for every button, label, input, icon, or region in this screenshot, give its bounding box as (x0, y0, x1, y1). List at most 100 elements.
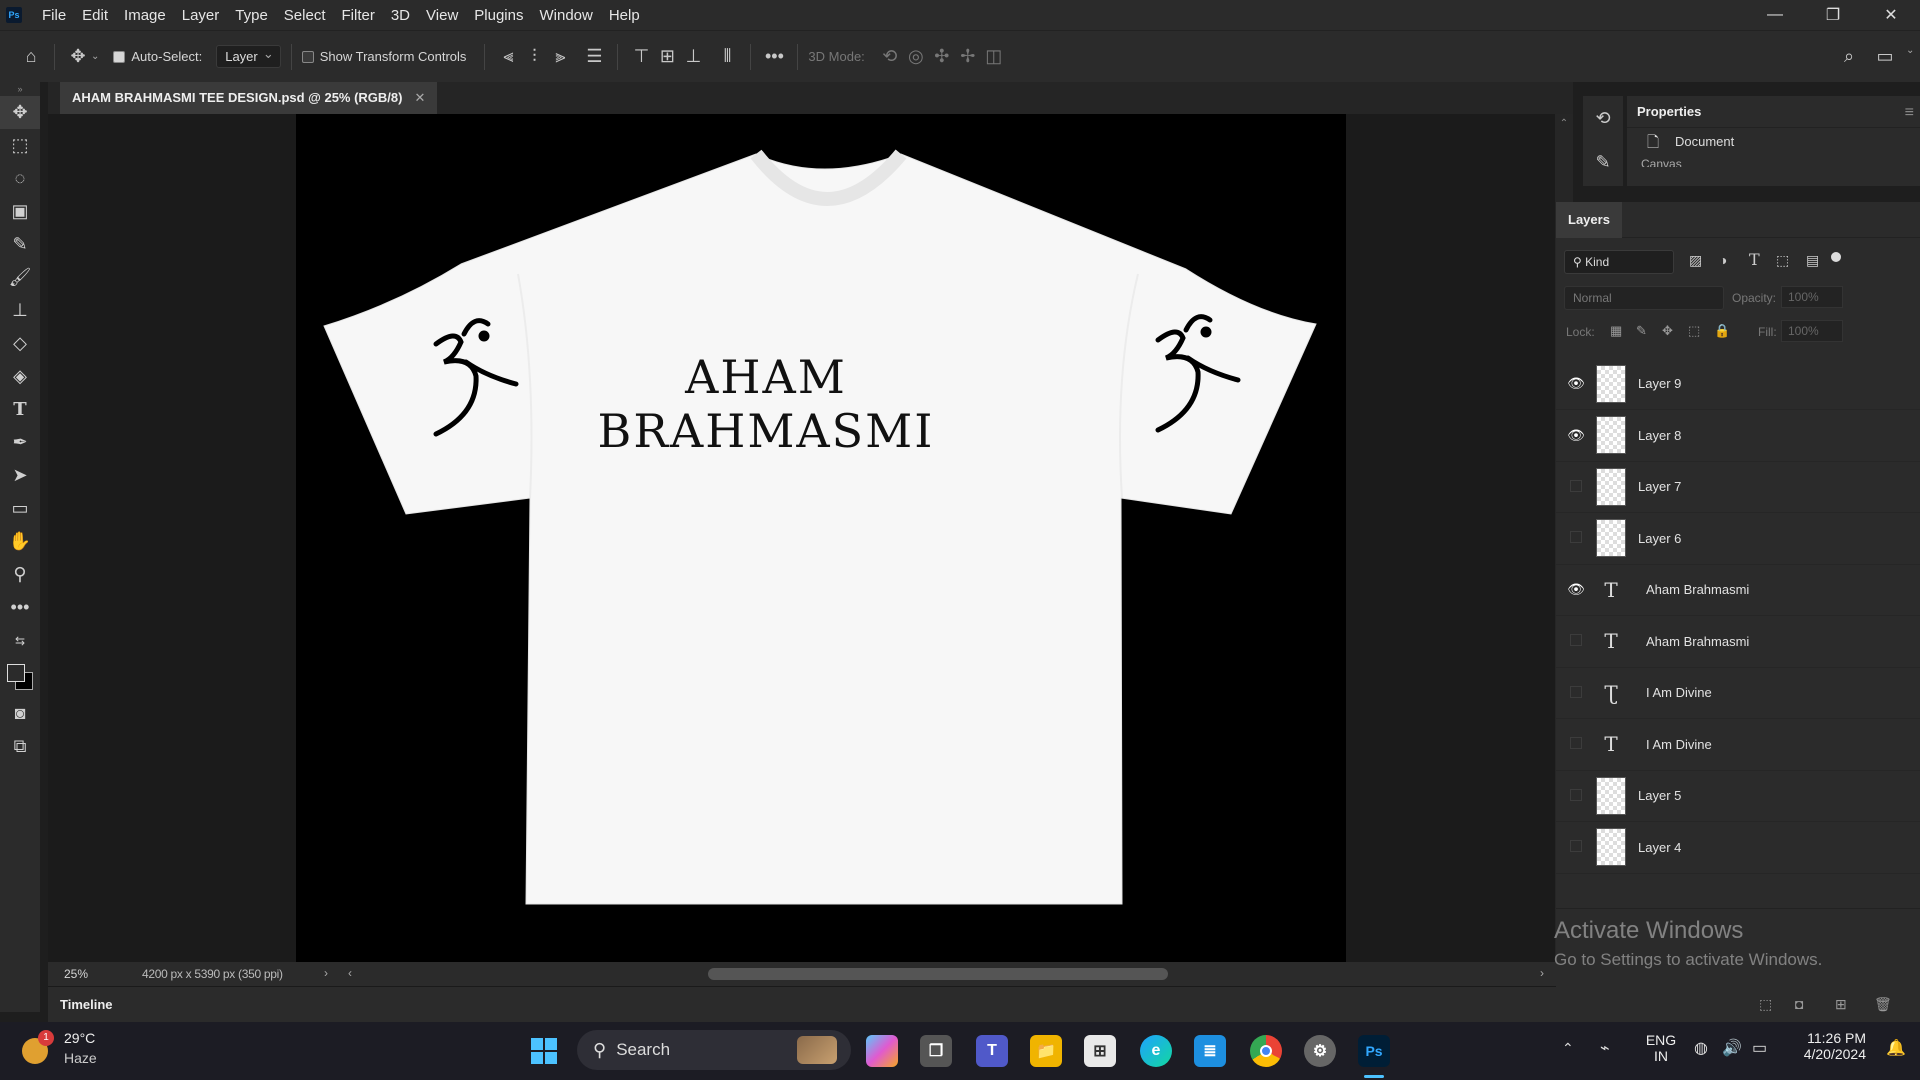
notepad-icon[interactable]: ≣ (1194, 1035, 1226, 1067)
more-tools-icon[interactable]: ••• (0, 591, 40, 624)
menu-plugins[interactable]: Plugins (466, 7, 531, 24)
add-mask-icon[interactable]: ◘ (1795, 996, 1803, 1012)
eye-hidden-icon[interactable] (1556, 633, 1596, 649)
volume-icon[interactable]: 🔊 (1722, 1038, 1742, 1058)
taskbar-search[interactable]: ⚲ Search (577, 1030, 851, 1070)
network-disconnected-icon[interactable]: ⌁ (1600, 1038, 1610, 1058)
swap-colors-icon[interactable]: ⇆ (0, 624, 40, 657)
battery-icon[interactable]: ▭ (1752, 1038, 1767, 1058)
filter-toggle-icon[interactable] (1831, 252, 1841, 262)
menu-select[interactable]: Select (276, 7, 334, 24)
layer-row[interactable]: T I Am Divine (1556, 719, 1920, 771)
layer-row[interactable]: T Aham Brahmasmi (1556, 616, 1920, 668)
document-tab[interactable]: AHAM BRAHMASMI TEE DESIGN.psd @ 25% (RGB… (60, 82, 438, 114)
close-tab-icon[interactable]: ✕ (414, 90, 425, 106)
pan-3d-icon[interactable]: ✣ (929, 44, 955, 70)
scroll-right-icon[interactable]: › (1540, 966, 1544, 980)
layer-row[interactable]: Layer 7 (1556, 461, 1920, 513)
layer-row[interactable]: 👁 Layer 8 (1556, 410, 1920, 462)
search-icon[interactable]: ⌕ (1836, 43, 1862, 69)
language-indicator[interactable]: ENG IN (1644, 1032, 1678, 1064)
scale-3d-icon[interactable]: ◫ (981, 44, 1007, 70)
image-filter-icon[interactable]: ▨ (1689, 252, 1702, 269)
workspace-icon[interactable]: ▭ (1872, 43, 1898, 69)
opacity-field[interactable]: 100% (1781, 286, 1843, 308)
eye-hidden-icon[interactable] (1556, 530, 1596, 546)
distribute-icon[interactable]: ☰ (581, 44, 607, 70)
scroll-left-icon[interactable]: ‹ (348, 966, 352, 980)
paint-bucket-tool-icon[interactable]: ◈ (0, 360, 40, 393)
align-bottom-icon[interactable]: ⊥ (680, 44, 706, 70)
menu-view[interactable]: View (418, 7, 466, 24)
layer-row[interactable]: 👁 T Aham Brahmasmi (1556, 564, 1920, 616)
clock[interactable]: 11:26 PM 4/20/2024 (1790, 1030, 1866, 1062)
menu-file[interactable]: File (34, 7, 74, 24)
horizontal-scrollbar[interactable] (708, 968, 1168, 980)
eye-hidden-icon[interactable] (1556, 736, 1596, 752)
teams-icon[interactable]: T (976, 1035, 1008, 1067)
menu-3d[interactable]: 3D (383, 7, 418, 24)
lasso-tool-icon[interactable]: ◌ (0, 162, 40, 195)
settings-icon[interactable]: ⚙ (1304, 1035, 1336, 1067)
weather-icon[interactable]: 1 (22, 1030, 54, 1066)
blend-mode-dropdown[interactable]: Normal (1564, 286, 1724, 310)
history-icon[interactable]: ⟲ (1583, 96, 1623, 140)
layer-row[interactable]: Ʈ I Am Divine (1556, 667, 1920, 719)
type-filter-icon[interactable]: T (1749, 250, 1760, 269)
photoshop-taskbar-icon[interactable]: Ps (1358, 1035, 1390, 1067)
show-hidden-icons-icon[interactable]: ⌃ (1562, 1040, 1574, 1057)
smart-object-filter-icon[interactable]: ▤ (1806, 252, 1819, 269)
marquee-tool-icon[interactable]: ⬚ (0, 129, 40, 162)
layer-row[interactable]: 👁 Layer 9 (1556, 358, 1920, 410)
notification-bell-icon[interactable]: 🔔 (1886, 1038, 1906, 1058)
task-view-icon[interactable]: ❐ (920, 1035, 952, 1067)
chevron-down-icon[interactable]: ⌄ (1906, 45, 1914, 56)
scroll-up-icon[interactable]: ⌃ (1555, 118, 1573, 129)
lock-position-icon[interactable]: ✥ (1662, 323, 1673, 339)
lock-transparent-icon[interactable]: ▦ (1610, 323, 1622, 339)
menu-type[interactable]: Type (227, 7, 276, 24)
new-layer-icon[interactable]: ⊞ (1835, 996, 1847, 1013)
menu-image[interactable]: Image (116, 7, 174, 24)
copilot-icon[interactable] (866, 1035, 898, 1067)
restore-icon[interactable]: ❐ (1804, 0, 1862, 30)
layers-tab[interactable]: Layers (1556, 202, 1622, 238)
file-explorer-icon[interactable]: 📁 (1030, 1035, 1062, 1067)
eye-hidden-icon[interactable] (1556, 839, 1596, 855)
menu-help[interactable]: Help (601, 7, 648, 24)
align-middle-icon[interactable]: ⊞ (654, 44, 680, 70)
properties-canvas-section[interactable]: Canvas (1627, 155, 1920, 167)
roll-3d-icon[interactable]: ◎ (903, 44, 929, 70)
slide-3d-icon[interactable]: ✢ (955, 44, 981, 70)
screen-mode-icon[interactable]: ⧉ (0, 730, 40, 763)
layer-row[interactable]: Layer 5 (1556, 770, 1920, 822)
layer-row[interactable]: Layer 6 (1556, 513, 1920, 565)
lock-artboard-icon[interactable]: ⬚ (1688, 323, 1700, 339)
menu-layer[interactable]: Layer (174, 7, 228, 24)
hand-tool-icon[interactable]: ✋ (0, 525, 40, 558)
fill-field[interactable]: 100% (1781, 320, 1843, 342)
minimize-icon[interactable]: — (1746, 0, 1804, 30)
color-swatches[interactable] (0, 657, 40, 697)
menu-window[interactable]: Window (531, 7, 600, 24)
type-tool-icon[interactable]: T (0, 393, 40, 426)
eye-visible-icon[interactable]: 👁 (1556, 375, 1596, 392)
status-expand-icon[interactable]: › (324, 966, 328, 980)
menu-edit[interactable]: Edit (74, 7, 116, 24)
object-select-tool-icon[interactable]: ▣ (0, 195, 40, 228)
lock-pixels-icon[interactable]: ✎ (1636, 323, 1647, 339)
align-right-icon[interactable]: ⫸ (547, 44, 573, 70)
globe-icon[interactable]: ◍ (1694, 1038, 1708, 1058)
pen-tool-icon[interactable]: ✒ (0, 426, 40, 459)
windows-start-icon[interactable] (528, 1035, 560, 1067)
lock-all-icon[interactable]: 🔒 (1714, 323, 1730, 339)
brush-settings-icon[interactable]: ✎ (1583, 140, 1623, 184)
edge-icon[interactable]: e (1140, 1035, 1172, 1067)
quick-mask-icon[interactable]: ◙ (0, 697, 40, 730)
close-icon[interactable]: ✕ (1862, 0, 1920, 30)
shape-filter-icon[interactable]: ⬚ (1776, 252, 1789, 269)
move-tool-icon[interactable]: ✥ (0, 96, 40, 129)
chevron-down-icon[interactable]: ⌄ (91, 51, 99, 62)
show-transform-checkbox[interactable] (301, 50, 314, 63)
chrome-icon[interactable] (1250, 1035, 1282, 1067)
